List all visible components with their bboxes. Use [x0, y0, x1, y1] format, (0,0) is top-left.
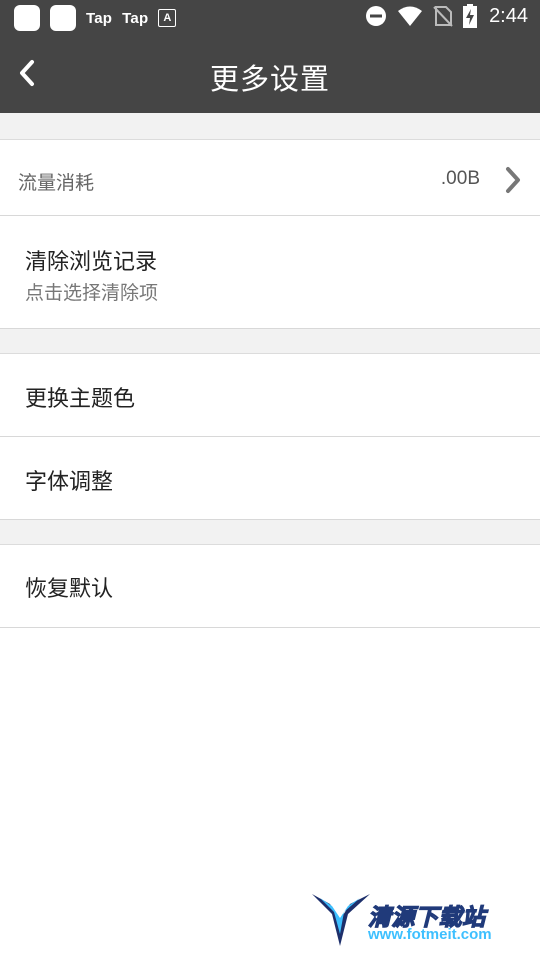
app-bar: 更多设置 — [0, 36, 540, 113]
restore-default-label: 恢复默认 — [25, 577, 114, 602]
app-icon — [50, 5, 76, 31]
taptap-icon: Tap — [86, 9, 113, 27]
section-divider — [0, 329, 540, 354]
watermark: 清源下载站 www.fotmeit.com — [310, 888, 540, 960]
app-icon — [14, 5, 40, 31]
theme-color-label: 更换主题色 — [25, 387, 136, 412]
watermark-url: www.fotmeit.com — [368, 926, 492, 943]
section-divider — [0, 520, 540, 545]
chevron-right-icon — [506, 167, 520, 193]
site-logo-icon — [312, 894, 370, 946]
restore-default-row[interactable]: 恢复默认 — [0, 545, 540, 628]
traffic-usage-label: 流量消耗 — [18, 172, 95, 194]
status-bar: Tap Tap A 2:44 — [0, 0, 540, 36]
section-divider — [0, 113, 540, 140]
font-adjust-label: 字体调整 — [25, 470, 114, 495]
system-icons: 2:44 — [365, 4, 528, 28]
no-sim-icon — [433, 6, 453, 27]
battery-charging-icon — [463, 4, 478, 28]
clear-history-row[interactable]: 清除浏览记录 点击选择清除项 — [0, 216, 540, 329]
notification-icons: Tap Tap A — [14, 5, 177, 31]
clear-history-subtitle: 点击选择清除项 — [25, 282, 159, 304]
page-title: 更多设置 — [209, 62, 330, 96]
font-icon: A — [158, 9, 177, 27]
traffic-usage-value: .00B — [440, 168, 480, 189]
theme-color-row[interactable]: 更换主题色 — [0, 354, 540, 437]
do-not-disturb-icon — [366, 6, 387, 26]
clock: 2:44 — [489, 4, 528, 27]
clear-history-label: 清除浏览记录 — [25, 250, 158, 275]
wifi-icon — [398, 6, 423, 26]
font-adjust-row[interactable]: 字体调整 — [0, 437, 540, 520]
traffic-usage-row[interactable]: 流量消耗 .00B — [0, 140, 540, 216]
taptap-icon: Tap — [122, 9, 149, 27]
